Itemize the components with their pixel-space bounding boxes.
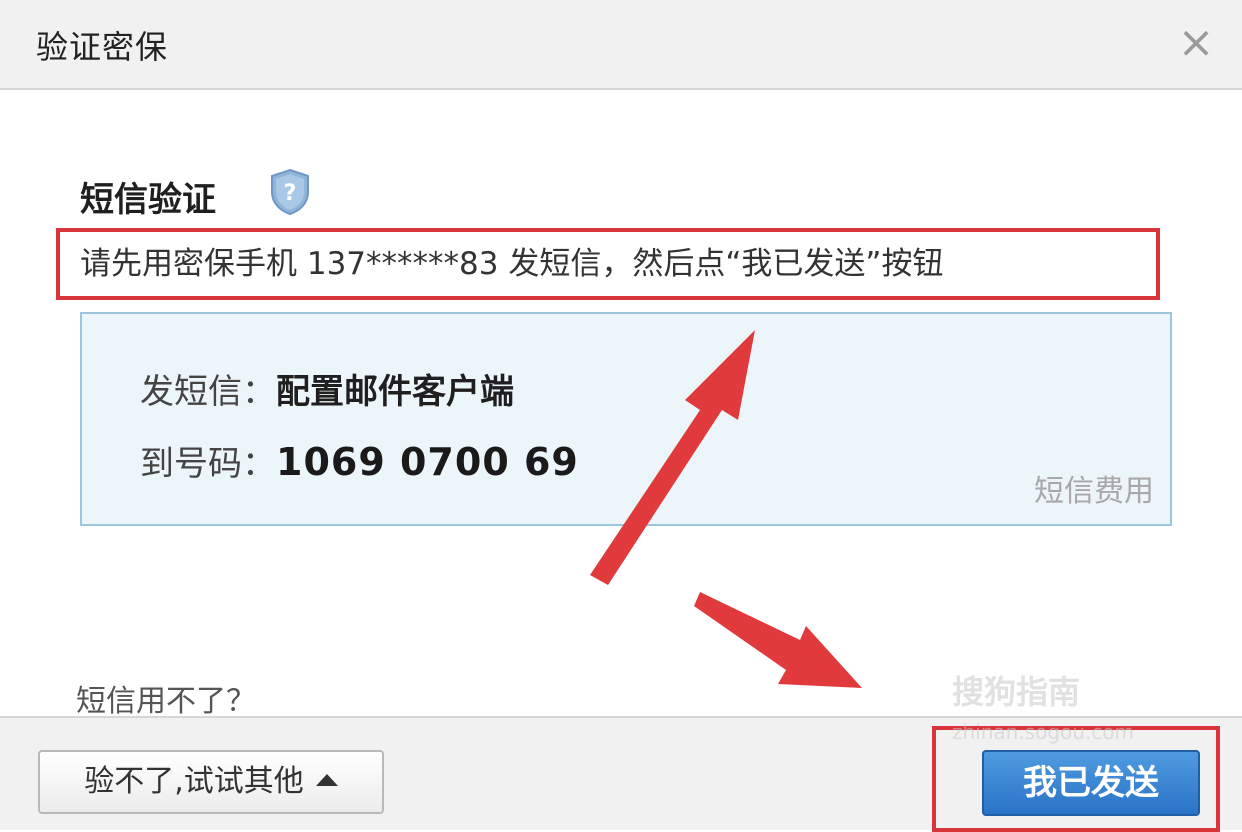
shield-question-icon[interactable]: ? bbox=[268, 168, 312, 216]
caret-up-icon bbox=[315, 773, 338, 786]
close-icon[interactable]: × bbox=[1176, 18, 1216, 68]
watermark-main: 搜狗指南 bbox=[952, 673, 1081, 711]
sms-number-label: 到号码： bbox=[140, 444, 276, 484]
sms-fee-link[interactable]: 短信费用 bbox=[1034, 466, 1154, 510]
dialog-title: 验证密保 bbox=[36, 28, 169, 66]
sms-number-row: 到号码：1069 0700 69 bbox=[140, 436, 579, 485]
dialog-titlebar: 验证密保 × bbox=[0, 0, 1242, 90]
arrow-down-right-icon bbox=[694, 592, 862, 688]
section-heading: 短信验证 bbox=[80, 180, 216, 220]
cant-use-sms-link[interactable]: 短信用不了？ bbox=[76, 676, 256, 720]
sms-content-label: 发短信： bbox=[140, 372, 276, 412]
try-other-button[interactable]: 验不了,试试其他 bbox=[38, 750, 384, 814]
svg-text:?: ? bbox=[284, 181, 297, 206]
verify-dialog: 验证密保 × 短信验证 ? 请先用密保手机 137******83 发短信，然后… bbox=[0, 0, 1242, 832]
sms-content-value: 配置邮件客户端 bbox=[276, 372, 514, 412]
sms-number-value: 1069 0700 69 bbox=[276, 440, 579, 484]
try-other-label: 验不了,试试其他 bbox=[84, 764, 304, 799]
watermark-sub: zhinan.sogou.com bbox=[952, 720, 1135, 744]
sms-content-row: 发短信：配置邮件客户端 bbox=[140, 364, 514, 413]
sms-info-panel: 发短信：配置邮件客户端 到号码：1069 0700 69 短信费用 bbox=[80, 312, 1172, 526]
sent-button[interactable]: 我已发送 bbox=[982, 750, 1200, 816]
watermark: 搜狗指南 zhinan.sogou.com bbox=[952, 676, 1202, 756]
instruction-text: 请先用密保手机 137******83 发短信，然后点“我已发送”按钮 bbox=[80, 246, 944, 282]
